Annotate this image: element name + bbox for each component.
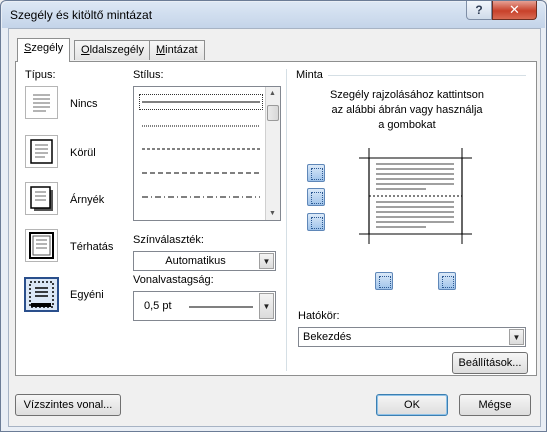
cancel-button[interactable]: Mégse xyxy=(459,394,531,416)
tab-panel-szegely: Típus: Nincs Körül Árnyék Térhatás Egyén… xyxy=(15,61,537,376)
scroll-down-icon[interactable]: ▼ xyxy=(269,210,276,217)
title-bar: Szegély és kitöltő mintázat xyxy=(2,2,545,28)
close-button[interactable]: ✕ xyxy=(492,1,537,20)
right-border-button[interactable] xyxy=(438,272,456,290)
ok-button[interactable]: OK xyxy=(376,394,448,416)
style-option-dotted[interactable] xyxy=(140,119,262,133)
dialog-window: Szegély és kitöltő mintázat ? ✕ Szegély … xyxy=(0,0,547,432)
style-option-dashed-medium[interactable] xyxy=(140,166,262,180)
preview-label: Minta xyxy=(296,69,323,81)
scope-combobox[interactable]: Bekezdés ▼ xyxy=(298,327,526,347)
preset-label-egyeni: Egyéni xyxy=(70,289,104,301)
preset-label-nincs: Nincs xyxy=(70,98,98,110)
preview-desc-line: Szegély rajzolásához kattintson xyxy=(329,89,485,101)
preview-description: Szegély rajzolásához kattintson az alább… xyxy=(292,88,522,133)
line-style-listbox[interactable]: ▲ ▼ xyxy=(133,86,281,221)
dropdown-arrow-icon[interactable]: ▼ xyxy=(509,329,524,345)
options-button[interactable]: Beállítások... xyxy=(452,352,528,374)
dialog-client-area: Szegély Oldalszegély Mintázat Típus: Nin… xyxy=(8,28,541,427)
left-border-button[interactable] xyxy=(375,272,393,290)
scope-label: Hatókör: xyxy=(298,310,340,322)
bottom-border-button[interactable] xyxy=(307,213,325,231)
preview-desc-line: a gombokat xyxy=(378,119,436,131)
scroll-up-icon[interactable]: ▲ xyxy=(269,90,276,97)
section-separator xyxy=(286,69,287,371)
custom-border-icon[interactable] xyxy=(24,277,59,312)
color-combobox[interactable]: Automatikus ▼ xyxy=(133,251,276,271)
line-width-combobox[interactable]: 0,5 pt ▼ xyxy=(133,291,276,321)
3d-border-icon[interactable] xyxy=(25,229,58,262)
preview-desc-line: az alábbi ábrán vagy használja xyxy=(331,104,483,116)
preview-rule xyxy=(328,75,526,76)
style-option-dash-dot[interactable] xyxy=(140,190,262,204)
width-value: 0,5 pt xyxy=(144,300,172,312)
window-title: Szegély és kitöltő mintázat xyxy=(10,8,153,22)
scope-value: Bekezdés xyxy=(303,331,352,343)
style-option-solid[interactable] xyxy=(139,94,263,110)
tab-oldalszegely[interactable]: Oldalszegély xyxy=(74,40,151,60)
type-label: Típus: xyxy=(25,69,56,81)
color-value: Automatikus xyxy=(165,255,226,267)
style-option-dashed-small[interactable] xyxy=(140,142,262,156)
middle-border-button[interactable] xyxy=(307,188,325,206)
tab-mnemonic: M xyxy=(156,44,166,56)
scrollbar-thumb[interactable] xyxy=(267,105,279,121)
color-label: Színválaszték: xyxy=(133,234,204,246)
dropdown-arrow-icon[interactable]: ▼ xyxy=(259,253,274,269)
box-border-icon[interactable] xyxy=(25,135,58,168)
tab-label: zegély xyxy=(31,42,64,54)
dropdown-arrow-icon[interactable]: ▼ xyxy=(259,293,274,319)
width-sample-line xyxy=(189,306,253,308)
width-label: Vonalvastagság: xyxy=(133,274,214,286)
top-border-button[interactable] xyxy=(307,164,325,182)
tab-szegely[interactable]: Szegély xyxy=(17,38,71,62)
tab-label: intázat xyxy=(165,44,198,56)
preset-label-korul: Körül xyxy=(70,147,96,159)
preview-diagram[interactable] xyxy=(354,148,478,244)
preset-label-terhatas: Térhatás xyxy=(70,241,114,253)
tab-mintazat[interactable]: Mintázat xyxy=(149,40,205,60)
tab-mnemonic: O xyxy=(81,44,90,56)
no-border-icon[interactable] xyxy=(25,86,58,119)
style-label: Stílus: xyxy=(133,69,164,81)
help-button[interactable]: ? xyxy=(466,1,492,20)
tab-label: ldalszegély xyxy=(89,44,144,56)
preset-label-arnyek: Árnyék xyxy=(70,194,105,206)
style-scrollbar[interactable]: ▲ ▼ xyxy=(265,87,280,220)
shadow-border-icon[interactable] xyxy=(25,182,58,215)
horizontal-line-button[interactable]: Vízszintes vonal... xyxy=(15,394,121,416)
